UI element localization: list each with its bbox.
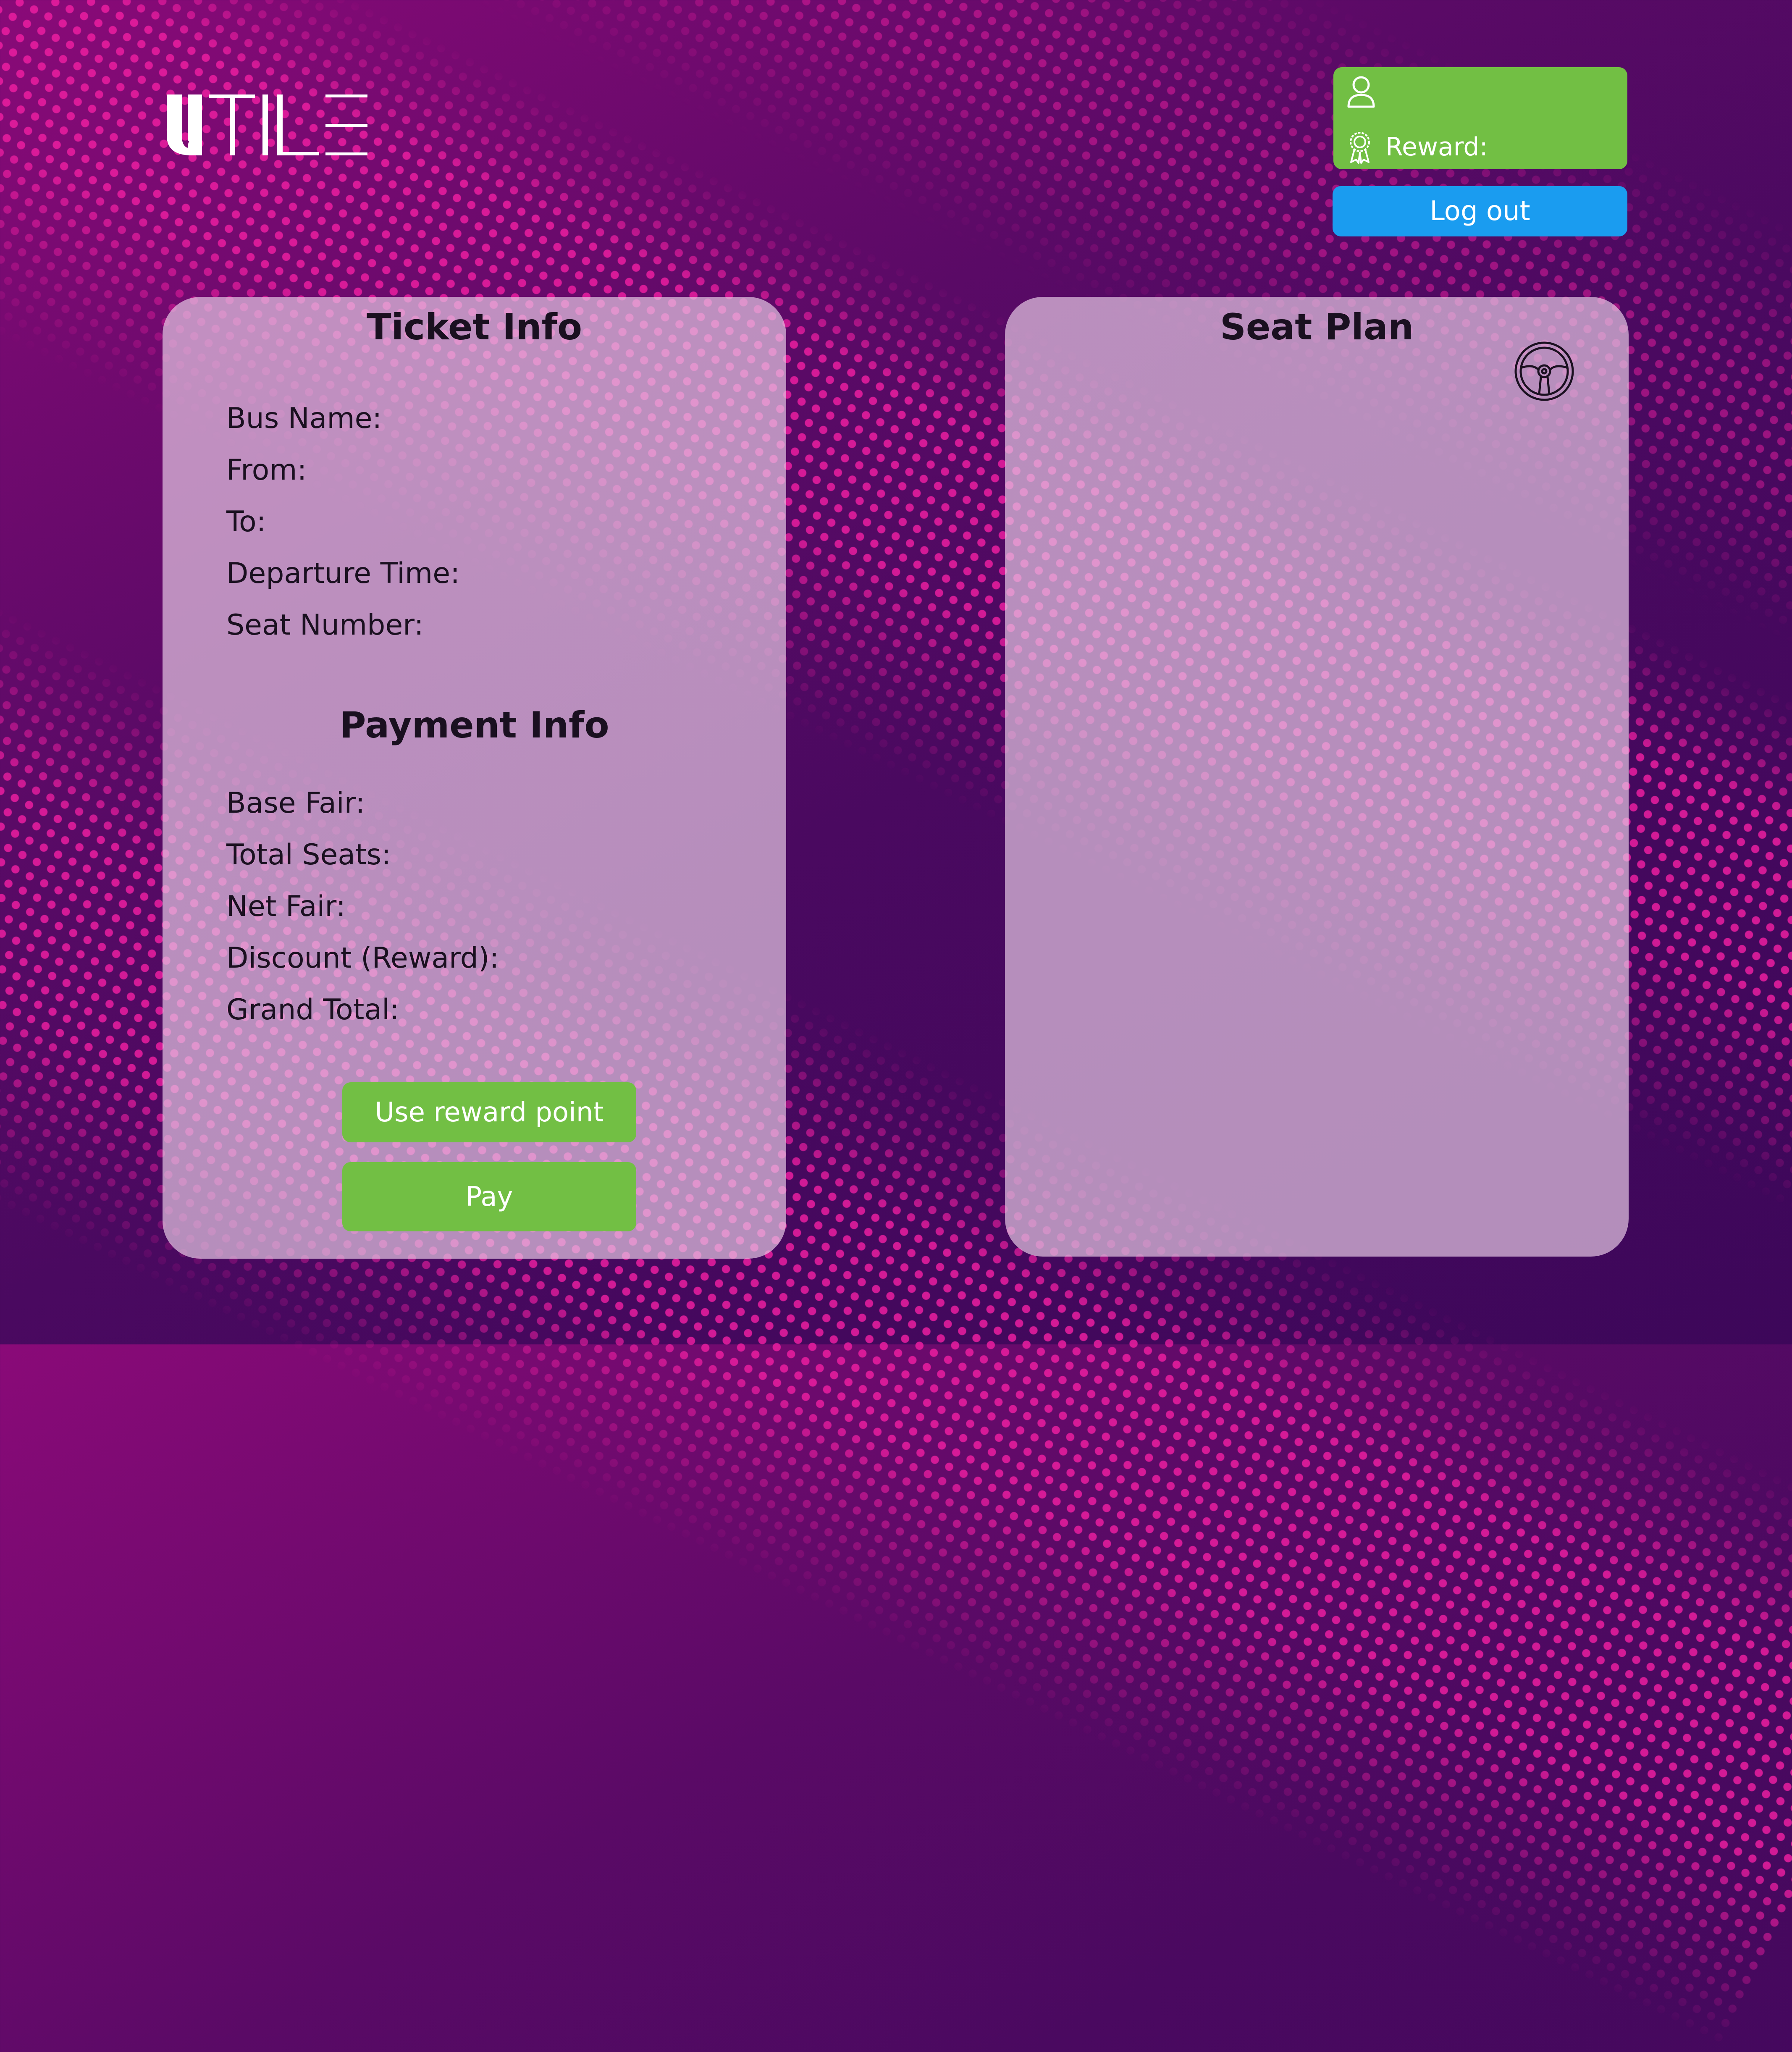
user-icon [1347, 76, 1375, 108]
user-row [1346, 75, 1388, 108]
seat-plan-panel: Seat Plan [1005, 297, 1629, 1257]
departure-time-label: Departure Time: [226, 557, 460, 590]
utile-logo [167, 94, 367, 155]
net-fair-label: Net Fair: [226, 890, 346, 923]
award-ribbon-icon [1350, 132, 1370, 164]
ticket-info-panel: Ticket Info Bus Name: From: To: Departur… [163, 297, 786, 1259]
pay-button[interactable]: Pay [342, 1162, 636, 1231]
seat-number-label: Seat Number: [226, 609, 424, 642]
discount-reward-label: Discount (Reward): [226, 942, 499, 975]
payment-info-title: Payment Info [339, 704, 609, 746]
reward-row: Reward: [1346, 130, 1488, 164]
base-fair-label: Base Fair: [226, 787, 365, 820]
user-info-box: Reward: [1333, 67, 1627, 169]
reward-label: Reward: [1385, 132, 1488, 162]
page-background: { "header": { "logo_text": "UTILE" }, "u… [0, 0, 1792, 2052]
steering-wheel-icon [1514, 341, 1574, 401]
ticket-info-title: Ticket Info [366, 306, 582, 348]
grand-total-label: Grand Total: [226, 993, 399, 1026]
from-label: From: [226, 454, 307, 487]
use-reward-point-button[interactable]: Use reward point [342, 1082, 636, 1142]
logout-button[interactable]: Log out [1333, 186, 1627, 236]
to-label: To: [226, 505, 266, 538]
bus-name-label: Bus Name: [226, 402, 382, 435]
total-seats-label: Total Seats: [226, 838, 391, 871]
